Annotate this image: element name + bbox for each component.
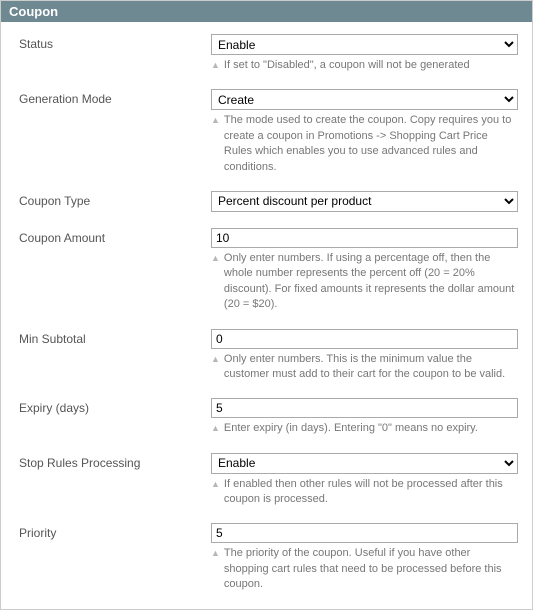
expiry-hint: Enter expiry (in days). Entering "0" mea… — [224, 421, 478, 436]
panel-title: Coupon — [1, 1, 532, 22]
priority-row: Priority ▲ The priority of the coupon. U… — [1, 523, 524, 592]
stop-rules-hint: If enabled then other rules will not be … — [224, 477, 518, 508]
priority-label: Priority — [1, 523, 211, 540]
coupon-amount-hint: Only enter numbers. If using a percentag… — [224, 251, 518, 313]
status-label: Status — [1, 34, 211, 51]
triangle-up-icon: ▲ — [211, 548, 220, 558]
generation-mode-select[interactable]: Create — [211, 89, 518, 110]
coupon-amount-row: Coupon Amount ▲ Only enter numbers. If u… — [1, 228, 524, 313]
status-hint: If set to "Disabled", a coupon will not … — [224, 58, 470, 73]
coupon-type-row: Coupon Type Percent discount per product — [1, 191, 524, 212]
min-subtotal-label: Min Subtotal — [1, 329, 211, 346]
priority-hint: The priority of the coupon. Useful if yo… — [224, 546, 518, 592]
triangle-up-icon: ▲ — [211, 479, 220, 489]
triangle-up-icon: ▲ — [211, 115, 220, 125]
expiry-input[interactable] — [211, 398, 518, 418]
generation-mode-hint: The mode used to create the coupon. Copy… — [224, 113, 518, 175]
coupon-panel: Coupon Status Enable ▲ If set to "Disabl… — [0, 0, 533, 610]
min-subtotal-row: Min Subtotal ▲ Only enter numbers. This … — [1, 329, 524, 383]
triangle-up-icon: ▲ — [211, 253, 220, 263]
coupon-type-select[interactable]: Percent discount per product — [211, 191, 518, 212]
panel-body: Status Enable ▲ If set to "Disabled", a … — [1, 22, 532, 609]
generation-mode-row: Generation Mode Create ▲ The mode used t… — [1, 89, 524, 175]
min-subtotal-hint: Only enter numbers. This is the minimum … — [224, 352, 518, 383]
triangle-up-icon: ▲ — [211, 423, 220, 433]
coupon-amount-input[interactable] — [211, 228, 518, 248]
expiry-label: Expiry (days) — [1, 398, 211, 415]
stop-rules-row: Stop Rules Processing Enable ▲ If enable… — [1, 453, 524, 508]
status-select[interactable]: Enable — [211, 34, 518, 55]
stop-rules-select[interactable]: Enable — [211, 453, 518, 474]
triangle-up-icon: ▲ — [211, 60, 220, 70]
generation-mode-label: Generation Mode — [1, 89, 211, 106]
status-row: Status Enable ▲ If set to "Disabled", a … — [1, 34, 524, 73]
expiry-row: Expiry (days) ▲ Enter expiry (in days). … — [1, 398, 524, 436]
stop-rules-label: Stop Rules Processing — [1, 453, 211, 470]
min-subtotal-input[interactable] — [211, 329, 518, 349]
priority-input[interactable] — [211, 523, 518, 543]
coupon-type-label: Coupon Type — [1, 191, 211, 208]
triangle-up-icon: ▲ — [211, 354, 220, 364]
coupon-amount-label: Coupon Amount — [1, 228, 211, 245]
